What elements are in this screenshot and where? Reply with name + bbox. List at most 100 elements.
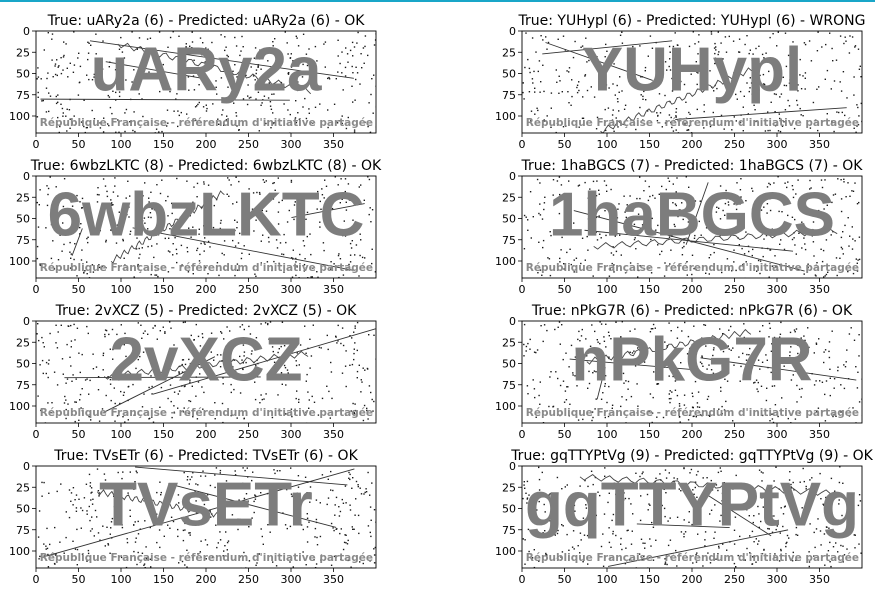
x-tick-label: 350 (323, 573, 344, 586)
y-tick-label: 100 (9, 545, 30, 558)
y-tick-label: 25 (502, 481, 516, 494)
x-tick-label: 0 (33, 138, 40, 151)
x-tick-label: 150 (153, 283, 174, 296)
y-tick-label: 0 (509, 25, 516, 38)
x-tick-label: 250 (238, 138, 259, 151)
captcha-panel: True: 6wbzLKTC (8) - Predicted: 6wbzLKTC… (9, 158, 382, 296)
y-tick-label: 100 (495, 400, 516, 413)
x-tick-label: 200 (196, 283, 217, 296)
panel-title: True: uARy2a (6) - Predicted: uARy2a (6)… (47, 13, 366, 29)
x-tick-label: 0 (519, 138, 526, 151)
watermark-text: République Française - référendum d'init… (40, 552, 373, 564)
x-tick-label: 250 (724, 138, 745, 151)
captcha-image: 6wbzLKTC République Française - référendu… (36, 176, 376, 278)
captcha-text: 2vXCZ (110, 326, 303, 395)
y-tick-label: 100 (9, 255, 30, 268)
captcha-image: TVsETr République Française - référendum … (36, 466, 376, 568)
y-tick-label: 75 (16, 524, 30, 537)
x-tick-label: 350 (323, 138, 344, 151)
x-tick-label: 300 (767, 573, 788, 586)
watermark-text: République Française - référendum d'init… (40, 407, 373, 419)
x-tick-label: 250 (238, 573, 259, 586)
y-tick-label: 25 (502, 46, 516, 59)
y-tick-label: 50 (16, 358, 30, 371)
x-tick-label: 250 (724, 573, 745, 586)
watermark-text: République Française - référendum d'init… (40, 117, 373, 129)
x-tick-label: 100 (111, 138, 132, 151)
x-tick-label: 150 (639, 283, 660, 296)
x-tick-label: 300 (281, 573, 302, 586)
x-tick-label: 200 (682, 138, 703, 151)
captcha-text: TVsETr (99, 471, 313, 540)
x-tick-label: 200 (682, 428, 703, 441)
x-tick-label: 300 (281, 138, 302, 151)
x-tick-label: 0 (33, 573, 40, 586)
y-tick-label: 75 (502, 379, 516, 392)
x-tick-label: 50 (558, 428, 572, 441)
y-tick-label: 0 (23, 315, 30, 328)
x-tick-label: 350 (323, 283, 344, 296)
captcha-text: 6wbzLKTC (48, 181, 365, 250)
y-tick-label: 75 (16, 379, 30, 392)
y-tick-label: 50 (502, 68, 516, 81)
y-tick-label: 25 (16, 336, 30, 349)
x-tick-label: 200 (682, 283, 703, 296)
x-tick-label: 350 (809, 428, 830, 441)
y-tick-label: 75 (16, 89, 30, 102)
y-tick-label: 50 (16, 503, 30, 516)
x-tick-label: 150 (639, 138, 660, 151)
captcha-text: gqTTYPtVg (525, 471, 859, 540)
captcha-prediction-figure: True: uARy2a (6) - Predicted: uARy2a (6)… (9, 13, 874, 586)
captcha-panel: True: 2vXCZ (5) - Predicted: 2vXCZ (5) -… (9, 303, 377, 441)
y-tick-label: 25 (16, 191, 30, 204)
y-tick-label: 100 (495, 545, 516, 558)
y-tick-label: 50 (16, 213, 30, 226)
captcha-image: 1haBGCS République Française - référendum… (522, 176, 862, 278)
panel-title: True: 2vXCZ (5) - Predicted: 2vXCZ (5) -… (55, 303, 358, 319)
x-tick-label: 100 (597, 573, 618, 586)
x-tick-label: 300 (767, 428, 788, 441)
x-tick-label: 200 (196, 573, 217, 586)
x-tick-label: 200 (196, 428, 217, 441)
x-tick-label: 50 (72, 573, 86, 586)
y-tick-label: 100 (495, 255, 516, 268)
y-tick-label: 75 (502, 524, 516, 537)
x-tick-label: 200 (682, 573, 703, 586)
x-tick-label: 300 (281, 283, 302, 296)
watermark-text: République Française - référendum d'init… (526, 552, 859, 564)
watermark-text: République Française - référendum d'init… (526, 117, 859, 129)
x-tick-label: 350 (809, 573, 830, 586)
watermark-text: République Française - référendum d'init… (526, 262, 859, 274)
captcha-text: uARy2a (91, 36, 322, 105)
panel-title: True: 6wbzLKTC (8) - Predicted: 6wbzLKTC… (30, 158, 382, 174)
captcha-image: YUHypl République Française - référendum … (522, 31, 862, 133)
panel-title: True: 1haBGCS (7) - Predicted: 1haBGCS (… (521, 158, 864, 174)
x-tick-label: 100 (597, 283, 618, 296)
x-tick-label: 300 (281, 428, 302, 441)
captcha-image: nPkG7R République Française - référendum … (522, 321, 862, 423)
x-tick-label: 50 (558, 573, 572, 586)
x-tick-label: 150 (153, 138, 174, 151)
panel-title: True: YUHypl (6) - Predicted: YUHypl (6)… (518, 13, 866, 29)
captcha-image: gqTTYPtVg République Française - référend… (522, 466, 862, 568)
watermark-text: République Française - référendum d'init… (526, 407, 859, 419)
captcha-text: nPkG7R (571, 326, 812, 395)
y-tick-label: 50 (502, 503, 516, 516)
y-tick-label: 25 (502, 336, 516, 349)
x-tick-label: 150 (639, 428, 660, 441)
captcha-panel: True: 1haBGCS (7) - Predicted: 1haBGCS (… (495, 158, 863, 296)
captcha-image: uARy2a République Française - référendum … (36, 31, 376, 133)
x-tick-label: 200 (196, 138, 217, 151)
watermark-text: République Française - référendum d'init… (40, 262, 373, 274)
captcha-panel: True: nPkG7R (6) - Predicted: nPkG7R (6)… (495, 303, 863, 441)
x-tick-label: 0 (33, 428, 40, 441)
captcha-text: 1haBGCS (549, 181, 835, 250)
y-tick-label: 75 (16, 234, 30, 247)
x-tick-label: 250 (238, 283, 259, 296)
panel-title: True: gqTTYPtVg (9) - Predicted: gqTTYPt… (510, 448, 873, 464)
y-tick-label: 50 (16, 68, 30, 81)
y-tick-label: 0 (509, 315, 516, 328)
x-tick-label: 150 (153, 428, 174, 441)
x-tick-label: 0 (519, 573, 526, 586)
captcha-panel: True: TVsETr (6) - Predicted: TVsETr (6)… (9, 448, 377, 586)
